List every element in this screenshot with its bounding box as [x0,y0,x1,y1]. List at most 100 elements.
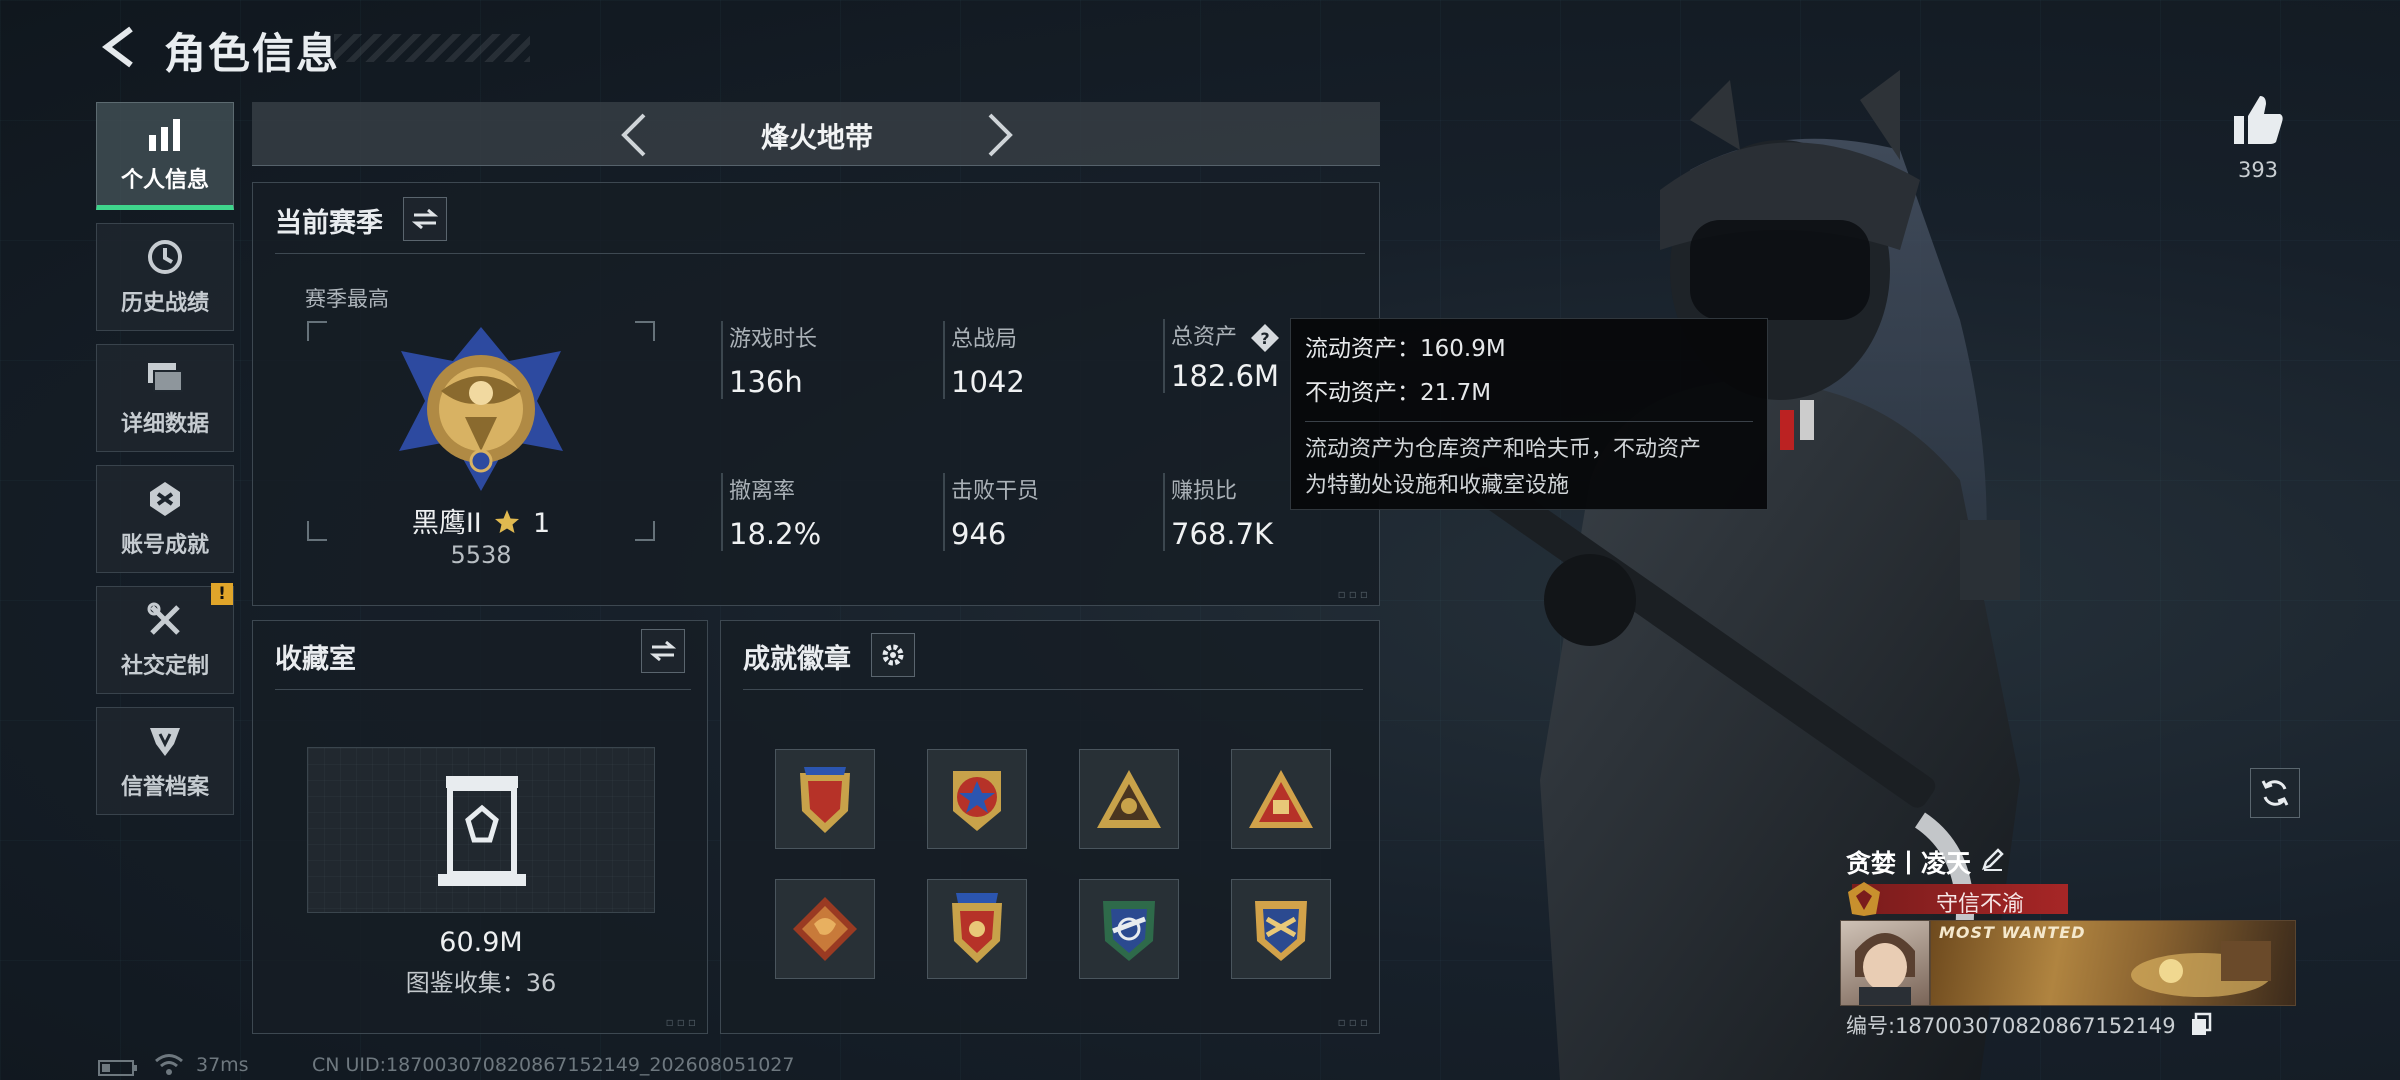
edit-icon[interactable] [1980,846,2006,872]
achievement-badge[interactable] [1231,879,1331,979]
achievement-badge[interactable] [775,749,875,849]
stat-label: 总战局 [951,327,1018,352]
wing-emblem-badge-icon [1103,901,1155,961]
current-season-panel: 当前赛季 赛季最高 黑鹰II 1 5538 游戏时长 136h 总战局 1042 [252,182,1380,606]
display-case-icon [438,776,526,886]
stat-operators-defeated: 击败干员 946 [943,473,1143,551]
sidebar-item-detailed-data[interactable]: 详细数据 [96,344,234,452]
tools-icon [145,600,185,640]
player-id: 编号:18700307082086715214​9 [1846,1014,2176,1038]
stat-label: 游戏时长 [729,327,818,352]
triangle-gold-badge-icon [1249,770,1313,828]
rank-score: 5538 [450,541,512,569]
sidebar-item-personal-info[interactable]: 个人信息 [96,102,234,210]
avatar[interactable] [1840,920,1930,1006]
achievement-badge[interactable] [927,879,1027,979]
collection-switch-button[interactable] [641,629,685,673]
mode-title: 烽火地带 [760,121,873,154]
player-name: 贪婪丨凌天 [1846,849,1972,878]
stat-label-text: 总资产 [1171,325,1238,350]
stat-label: 击败干员 [951,479,1040,504]
triangle-badge-icon [1097,770,1161,828]
season-title: 当前赛季 [275,208,383,239]
season-switch-button[interactable] [403,197,447,241]
chevron-left-icon [621,113,646,157]
sidebar-item-label: 个人信息 [120,168,209,193]
sidebar-item-label: 社交定制 [120,654,209,679]
reputation-icon [145,721,185,761]
sidebar-item-social-custom[interactable]: ! 社交定制 [96,583,234,694]
swap-icon [412,208,438,230]
collection-panel: 收藏室 60.9M 图鉴收集：36 ▫▫▫ [252,620,708,1034]
cards-icon [145,358,185,398]
sidebar-item-reputation[interactable]: 信誉档案 [96,707,234,815]
wifi-icon [155,1054,183,1075]
stat-value: 1042 [951,365,1025,399]
mode-prev-button[interactable] [608,110,658,160]
star-icon [495,510,520,533]
tooltip-divider [1305,421,1753,422]
stat-value: 946 [951,517,1007,551]
thumbs-up-icon[interactable] [2230,92,2286,148]
corner-decoration: ▫▫▫ [1337,587,1371,601]
notification-badge: ! [211,583,233,605]
refresh-icon [2261,780,2289,806]
divider [275,689,691,690]
assets-tooltip: 流动资产：160.9M 不动资产：21.7M 流动资产为仓库资产和哈夫币，不动资… [1290,318,1768,510]
sidebar-item-label: 详细数据 [120,412,209,437]
sidebar-item-history[interactable]: 历史战绩 [96,223,234,331]
network-ping: 37ms [196,1054,249,1076]
corner-decoration: ▫▫▫ [665,1015,699,1029]
corner-decoration: ▫▫▫ [1337,1015,1371,1029]
stat-extract-rate: 撤离率 18.2% [721,473,921,551]
mode-next-button[interactable] [976,110,1026,160]
avatar-portrait-icon [1855,933,1915,1005]
back-arrow-icon [102,26,133,68]
page-title: 角色信息 [164,29,341,78]
like-count: 393 [2237,158,2279,182]
help-icon[interactable]: ? [1250,323,1280,353]
refresh-button[interactable] [2250,768,2300,818]
star-emblem-badge-icon [953,771,1001,831]
sidebar-item-label: 账号成就 [120,533,209,558]
rank-name-text: 黑鹰II [411,508,482,539]
collection-display[interactable] [307,747,655,913]
sidebar-item-account-achievement[interactable]: 账号成就 [96,465,234,573]
stat-value: 136h [729,365,803,399]
player-banner[interactable]: MOST WANTED [1930,920,2296,1006]
copy-icon[interactable] [2190,1012,2212,1036]
dragon-badge-icon [793,897,857,961]
stat-total-matches: 总战局 1042 [943,321,1143,399]
battery-icon [98,1060,137,1076]
sidebar-item-label: 信誉档案 [120,775,209,800]
achievement-badge[interactable] [775,879,875,979]
stat-value: 18.2% [729,517,822,551]
bar-chart-icon [145,114,185,154]
tooltip-description-line2: 为特勤处设施和收藏室设施 [1305,473,1570,498]
collection-count: 图鉴收集：36 [405,969,557,997]
achievements-title: 成就徽章 [743,644,851,675]
divider [743,689,1363,690]
tooltip-fixed-assets: 不动资产：21.7M [1305,380,1492,406]
swap-icon [650,640,676,662]
achievement-badge[interactable] [927,749,1027,849]
achievement-settings-button[interactable] [871,633,915,677]
sidebar: 个人信息 历史战绩 详细数据 账号成就 ! 社交定制 信誉档案 [96,102,234,828]
rank-stars: 1 [532,508,551,539]
achievement-badge[interactable] [1079,749,1179,849]
shield-star-badge-icon [952,893,1002,963]
divider [275,253,1365,254]
collection-title: 收藏室 [275,644,356,675]
banner-text: MOST WANTED [1939,923,2086,942]
shield-red-badge-icon [800,767,850,833]
title-emblem-icon [1848,882,1880,916]
achievement-badge[interactable] [1079,879,1179,979]
sidebar-item-label: 历史战绩 [120,291,209,316]
stat-value: 768.7K [1171,517,1274,551]
achievement-badge[interactable] [1231,749,1331,849]
collection-value: 60.9M [439,927,523,958]
back-button[interactable] [96,22,146,72]
treasure-art-icon [2131,941,2271,997]
mode-selector: 烽火地带 [252,102,1380,166]
chevron-right-icon [988,113,1013,157]
